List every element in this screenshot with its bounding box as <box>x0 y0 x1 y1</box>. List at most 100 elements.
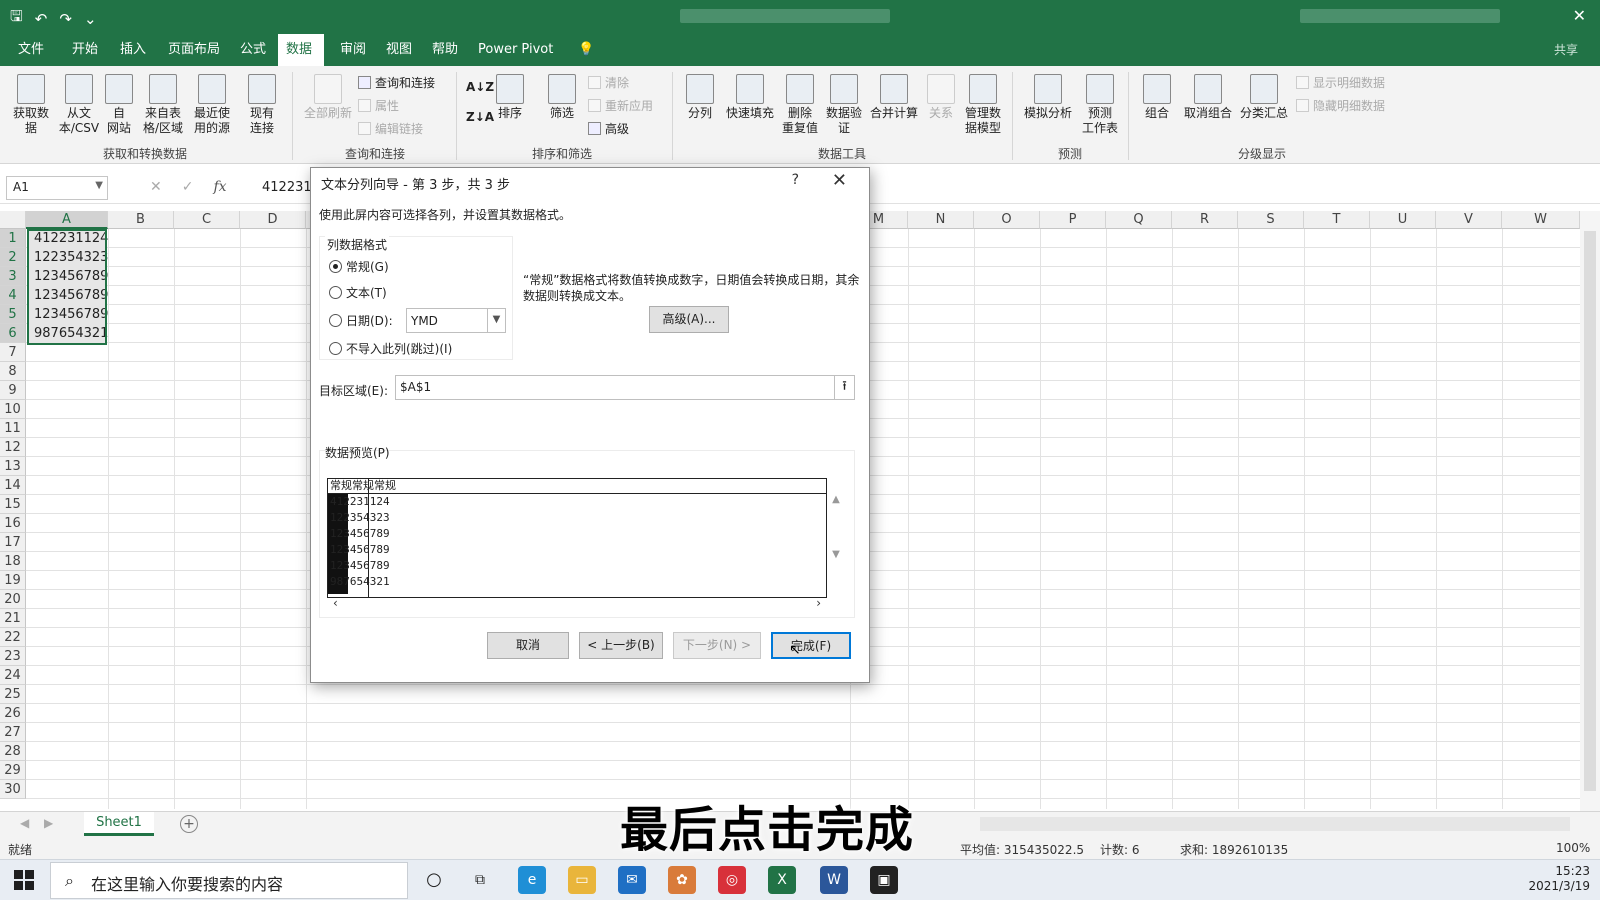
range-picker-icon[interactable]: ⭱ <box>834 376 854 399</box>
radio-text[interactable]: 文本(T) <box>329 284 387 301</box>
redo-icon[interactable]: ↷ <box>59 10 72 28</box>
tab-page-layout[interactable]: 页面布局 <box>160 34 228 66</box>
from-text-csv-button[interactable]: 从文 本/CSV <box>54 74 104 136</box>
hide-detail-button[interactable]: 隐藏明细数据 <box>1296 97 1385 114</box>
share-button[interactable]: 共享 <box>1554 34 1578 66</box>
cortana-icon[interactable]: ○ <box>420 866 448 894</box>
radio-general[interactable]: 常规(G) <box>329 258 389 275</box>
clock-time[interactable]: 15:23 <box>1528 864 1590 879</box>
scroll-left-icon[interactable]: ‹ <box>333 596 338 610</box>
row-header-4[interactable]: 4 <box>0 286 26 305</box>
column-header-p[interactable]: P <box>1040 211 1106 229</box>
column-header-n[interactable]: N <box>908 211 974 229</box>
row-header-24[interactable]: 24 <box>0 666 26 685</box>
word-taskbar-icon[interactable]: W <box>820 866 848 894</box>
formula-value[interactable]: 412231 <box>262 180 312 195</box>
row-header-3[interactable]: 3 <box>0 267 26 286</box>
recorder-icon[interactable]: ▣ <box>870 866 898 894</box>
cancel-button[interactable]: 取消 <box>487 632 569 659</box>
back-button[interactable]: < 上一步(B) <box>579 632 663 659</box>
vertical-scrollbar[interactable] <box>1580 211 1600 811</box>
sort-desc-button[interactable]: Z↓A <box>466 110 494 124</box>
row-header-14[interactable]: 14 <box>0 476 26 495</box>
column-header-r[interactable]: R <box>1172 211 1238 229</box>
properties-button[interactable]: 属性 <box>358 97 399 114</box>
tab-help[interactable]: 帮助 <box>424 34 466 66</box>
column-header-u[interactable]: U <box>1370 211 1436 229</box>
window-close-icon[interactable]: ✕ <box>1573 6 1586 25</box>
edge-browser-icon[interactable]: e <box>518 866 546 894</box>
row-header-22[interactable]: 22 <box>0 628 26 647</box>
radio-skip[interactable]: 不导入此列(跳过)(I) <box>329 340 452 357</box>
text-to-columns-button[interactable]: 分列 <box>680 74 720 121</box>
row-header-12[interactable]: 12 <box>0 438 26 457</box>
tab-insert[interactable]: 插入 <box>112 34 154 66</box>
save-icon[interactable]: 🖫 <box>10 6 23 31</box>
queries-connections-button[interactable]: 查询和连接 <box>358 74 435 91</box>
remove-duplicates-button[interactable]: 删除 重复值 <box>778 74 822 136</box>
destination-input[interactable]: $A$1 ⭱ <box>395 375 855 400</box>
cell-a5[interactable]: 123456789 <box>28 305 108 324</box>
horizontal-scrollbar[interactable] <box>980 817 1570 831</box>
row-header-1[interactable]: 1 <box>0 229 26 248</box>
insert-function-icon[interactable]: fx <box>213 179 226 195</box>
name-box[interactable]: A1 ▼ <box>6 176 108 200</box>
from-table-button[interactable]: 来自表 格/区域 <box>138 74 188 136</box>
taskbar-search-box[interactable]: ⌕ 在这里输入你要搜索的内容 <box>50 862 408 899</box>
help-icon[interactable]: ? <box>792 172 799 188</box>
prev-sheet-icon[interactable]: ◀ <box>20 816 29 830</box>
subtotal-button[interactable]: 分类汇总 <box>1236 74 1292 121</box>
column-header-q[interactable]: Q <box>1106 211 1172 229</box>
undo-icon[interactable]: ↶ <box>35 10 48 28</box>
column-header-o[interactable]: O <box>974 211 1040 229</box>
row-header-29[interactable]: 29 <box>0 761 26 780</box>
column-header-d[interactable]: D <box>240 211 306 229</box>
cell-a1[interactable]: 412231124 <box>28 229 108 248</box>
data-model-button[interactable]: 管理数 据模型 <box>960 74 1006 136</box>
cell-a2[interactable]: 122354323 <box>28 248 108 267</box>
next-sheet-icon[interactable]: ▶ <box>44 816 53 830</box>
scroll-thumb[interactable] <box>1584 231 1596 791</box>
column-header-t[interactable]: T <box>1304 211 1370 229</box>
date-format-select[interactable]: YMD ▼ <box>406 308 506 333</box>
row-header-13[interactable]: 13 <box>0 457 26 476</box>
reapply-button[interactable]: 重新应用 <box>588 97 653 114</box>
row-header-20[interactable]: 20 <box>0 590 26 609</box>
cancel-entry-icon[interactable]: ✕ <box>150 179 162 195</box>
tab-data[interactable]: 数据 <box>278 34 324 66</box>
sort-asc-button[interactable]: A↓Z <box>466 80 494 94</box>
advanced-button[interactable]: 高级(A)... <box>649 306 729 333</box>
row-header-15[interactable]: 15 <box>0 495 26 514</box>
group-button[interactable]: 组合 <box>1138 74 1176 121</box>
clock-date[interactable]: 2021/3/19 <box>1528 879 1590 894</box>
sort-button[interactable]: 排序 <box>492 74 528 121</box>
get-data-button[interactable]: 获取数 据 <box>8 74 54 136</box>
row-header-6[interactable]: 6 <box>0 324 26 343</box>
consolidate-button[interactable]: 合并计算 <box>866 74 922 121</box>
existing-connections-button[interactable]: 现有 连接 <box>242 74 282 136</box>
lightbulb-icon[interactable]: 💡 <box>570 34 602 66</box>
select-all-corner[interactable] <box>0 211 26 229</box>
next-button[interactable]: 下一步(N) > <box>673 632 761 659</box>
row-header-16[interactable]: 16 <box>0 514 26 533</box>
cell-a3[interactable]: 123456789 <box>28 267 108 286</box>
row-header-7[interactable]: 7 <box>0 343 26 362</box>
excel-taskbar-icon[interactable]: X <box>768 866 796 894</box>
column-header-c[interactable]: C <box>174 211 240 229</box>
what-if-button[interactable]: 模拟分析 <box>1020 74 1076 121</box>
scroll-right-icon[interactable]: › <box>816 596 821 610</box>
row-header-9[interactable]: 9 <box>0 381 26 400</box>
cell-a6[interactable]: 987654321 <box>28 324 108 343</box>
row-header-23[interactable]: 23 <box>0 647 26 666</box>
finish-button[interactable]: 完成(F) <box>771 632 851 659</box>
row-header-19[interactable]: 19 <box>0 571 26 590</box>
close-icon[interactable]: ✕ <box>832 170 847 191</box>
clear-button[interactable]: 清除 <box>588 74 629 91</box>
preview-horizontal-scrollbar[interactable]: ‹ › <box>327 596 827 610</box>
tab-formulas[interactable]: 公式 <box>232 34 274 66</box>
column-header-w[interactable]: W <box>1502 211 1580 229</box>
refresh-all-button[interactable]: 全部刷新 <box>300 74 356 121</box>
tab-file[interactable]: 文件 <box>10 34 52 66</box>
music-app-icon[interactable]: ◎ <box>718 866 746 894</box>
row-header-25[interactable]: 25 <box>0 685 26 704</box>
